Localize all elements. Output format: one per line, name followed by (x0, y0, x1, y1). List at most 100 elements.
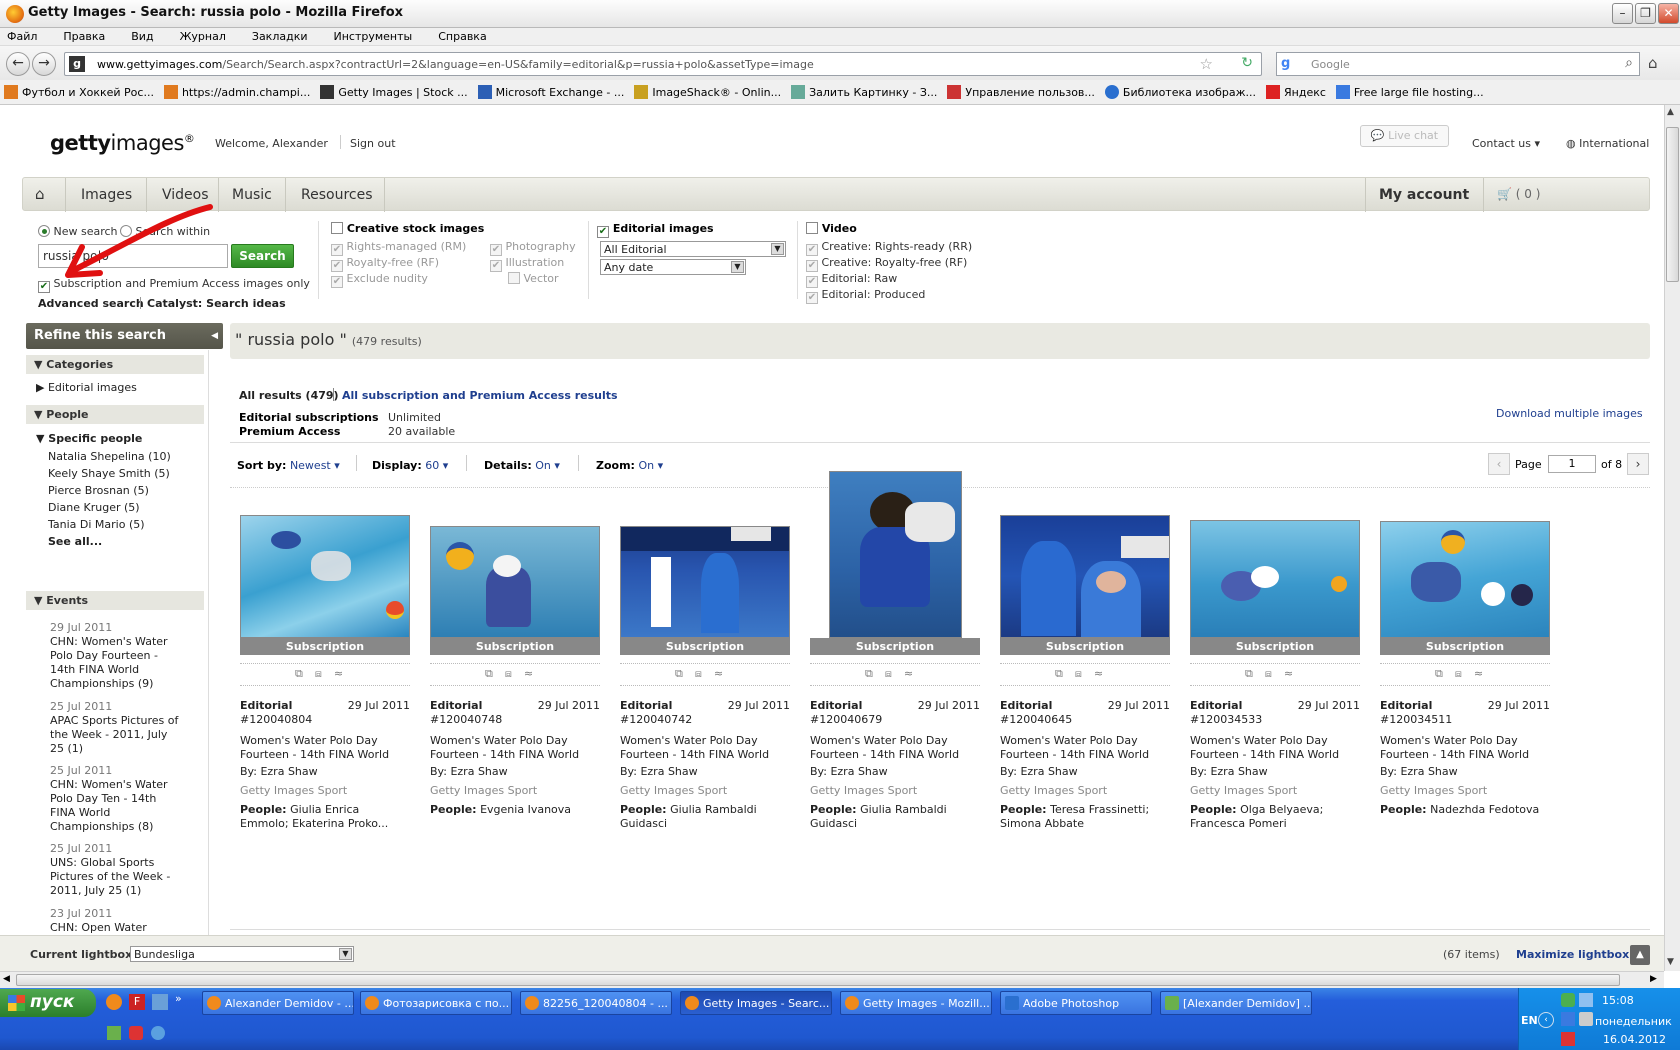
image-title[interactable]: Women's Water Polo Day Fourteen - 14th F… (1190, 734, 1360, 762)
illustration-checkbox[interactable]: ✔ Illustration (490, 256, 564, 272)
info-icon[interactable]: ≈ (1474, 667, 1495, 680)
maximize-button[interactable]: ❐ (1635, 3, 1656, 24)
bookmark-item[interactable]: Яндекс (1266, 85, 1326, 99)
alert-icon[interactable] (1561, 1032, 1575, 1046)
all-results-tab[interactable]: All results (479) (239, 389, 339, 402)
catalyst-link[interactable]: Catalyst: Search ideas (147, 297, 286, 310)
people-filter-item[interactable]: Tania Di Mario (5) (48, 518, 145, 531)
info-icon[interactable]: ≈ (714, 667, 735, 680)
menu-help[interactable]: Справка (438, 28, 486, 43)
event-link[interactable]: CHN: Open Water (50, 921, 180, 935)
chevron-right-icon[interactable]: » (175, 992, 182, 1005)
image-title[interactable]: Women's Water Polo Day Fourteen - 14th F… (1380, 734, 1550, 762)
bookmark-item[interactable]: Футбол и Хоккей Рос... (4, 85, 154, 99)
magnifier-icon[interactable]: ⌕ (1625, 55, 1633, 71)
editorial-collection-select[interactable]: All Editorial ▼ (600, 241, 786, 257)
chevron-left-icon[interactable]: ‹ (1538, 1012, 1554, 1028)
download-multiple-link[interactable]: Download multiple images (1496, 407, 1643, 420)
photographer[interactable]: By: Ezra Shaw (430, 765, 600, 779)
scroll-left-icon[interactable]: ◀ (3, 974, 10, 984)
add-to-lightbox-icon[interactable]: ⧉ (485, 667, 505, 680)
photographer[interactable]: By: Ezra Shaw (1000, 765, 1170, 779)
add-to-lightbox-icon[interactable]: ⧉ (865, 667, 885, 680)
minimize-button[interactable]: – (1612, 3, 1633, 24)
bookmark-item[interactable]: https://admin.champi... (163, 85, 310, 99)
add-to-lightbox-icon[interactable]: ⧉ (675, 667, 695, 680)
collection[interactable]: Getty Images Sport (1000, 784, 1170, 798)
display-control[interactable]: Display: 60 ▾ (372, 459, 448, 472)
collection[interactable]: Getty Images Sport (1380, 784, 1550, 798)
video-rr-checkbox[interactable]: ✔ Creative: Rights-ready (RR) (806, 240, 972, 256)
photographer[interactable]: By: Ezra Shaw (810, 765, 980, 779)
start-button[interactable]: пуск (0, 989, 96, 1017)
taskbar-window[interactable]: Getty Images - Mozill... (840, 991, 992, 1015)
collection[interactable]: Getty Images Sport (1190, 784, 1360, 798)
date-select[interactable]: Any date ▼ (600, 259, 746, 275)
similar-icon[interactable]: ⧈ (695, 667, 714, 680)
google-icon[interactable]: g (1281, 56, 1290, 71)
reload-icon[interactable]: ↻ (1241, 55, 1253, 71)
event-link[interactable]: CHN: Women's Water Polo Day Ten - 14th F… (50, 778, 180, 834)
clock-time[interactable]: 15:08 (1602, 994, 1634, 1007)
result-thumbnail[interactable] (1380, 521, 1550, 638)
sort-control[interactable]: Sort by: Newest ▾ (237, 459, 340, 472)
network-icon[interactable] (1561, 993, 1575, 1007)
menu-tools[interactable]: Инструменты (334, 28, 413, 43)
events-header[interactable]: ▼ Events (26, 591, 204, 610)
result-thumbnail[interactable] (1000, 515, 1170, 638)
address-bar[interactable]: g www.gettyimages.com/Search/Search.aspx… (64, 52, 1262, 76)
menu-view[interactable]: Вид (131, 28, 153, 43)
image-title[interactable]: Women's Water Polo Day Fourteen - 14th F… (430, 734, 600, 762)
taskbar-window[interactable]: Adobe Photoshop (1000, 991, 1152, 1015)
info-icon[interactable]: ≈ (334, 667, 355, 680)
scroll-down-icon[interactable]: ▼ (1667, 957, 1674, 967)
taskbar-window[interactable]: [Alexander Demidov] ... (1160, 991, 1312, 1015)
royalty-free-checkbox[interactable]: ✔ Royalty-free (RF) (331, 256, 439, 272)
exclude-nudity-checkbox[interactable]: ✔ Exclude nudity (331, 272, 428, 288)
taskbar-window[interactable]: Фотозарисовка с по... (360, 991, 512, 1015)
vertical-scrollbar[interactable]: ▲ ▼ (1664, 105, 1680, 971)
language-indicator[interactable]: EN (1521, 1014, 1538, 1027)
scroll-right-icon[interactable]: ▶ (1650, 974, 1657, 984)
photographer[interactable]: By: Ezra Shaw (240, 765, 410, 779)
filezilla-quicklaunch-icon[interactable]: F (129, 994, 145, 1010)
scroll-thumb[interactable] (16, 974, 1620, 986)
network-icon[interactable] (1561, 1012, 1575, 1026)
photographer[interactable]: By: Ezra Shaw (1380, 765, 1550, 779)
menu-bookmarks[interactable]: Закладки (252, 28, 308, 43)
my-account-link[interactable]: My account (1379, 187, 1469, 203)
bookmark-item[interactable]: Библиотека изображ... (1104, 85, 1256, 99)
event-link[interactable]: APAC Sports Pictures of the Week - 2011,… (50, 714, 180, 756)
event-link[interactable]: CHN: Women's Water Polo Day Fourteen - 1… (50, 635, 180, 691)
taskbar-window-active[interactable]: Getty Images - Searc... (680, 991, 832, 1015)
nav-resources[interactable]: Resources (301, 187, 373, 203)
all-subscription-results-tab[interactable]: All subscription and Premium Access resu… (342, 389, 618, 402)
tray-app-icon[interactable] (151, 1026, 165, 1040)
people-filter-item[interactable]: Pierce Brosnan (5) (48, 484, 149, 497)
bookmark-item[interactable]: Залить Картинку - З... (791, 85, 937, 99)
forward-button[interactable]: → (32, 52, 56, 76)
info-icon[interactable]: ≈ (524, 667, 545, 680)
people-filter-item[interactable]: Keely Shaye Smith (5) (48, 467, 170, 480)
result-thumbnail[interactable] (829, 471, 962, 638)
zoom-control[interactable]: Zoom: On ▾ (596, 459, 663, 472)
taskbar-window[interactable]: 82256_120040804 - ... (520, 991, 672, 1015)
bookmark-item[interactable]: Free large file hosting... (1335, 85, 1484, 99)
next-page-button[interactable]: › (1627, 453, 1649, 475)
specific-people-header[interactable]: ▼ Specific people (36, 432, 142, 445)
similar-icon[interactable]: ⧈ (885, 667, 904, 680)
image-title[interactable]: Women's Water Polo Day Fourteen - 14th F… (620, 734, 790, 762)
people-header[interactable]: ▼ People (26, 405, 204, 424)
search-button[interactable]: Search (231, 244, 294, 268)
photographer[interactable]: By: Ezra Shaw (620, 765, 790, 779)
bookmark-item[interactable]: Управление пользов... (947, 85, 1095, 99)
bookmark-item[interactable]: Getty Images | Stock ... (320, 85, 468, 99)
video-produced-checkbox[interactable]: ✔ Editorial: Produced (806, 288, 925, 304)
result-thumbnail[interactable] (1190, 520, 1360, 638)
people-filter-item[interactable]: Natalia Shepelina (10) (48, 450, 171, 463)
contact-us-link[interactable]: Contact us ▾ (1472, 137, 1540, 150)
similar-icon[interactable]: ⧈ (1455, 667, 1474, 680)
menu-edit[interactable]: Правка (63, 28, 105, 43)
collection[interactable]: Getty Images Sport (620, 784, 790, 798)
result-thumbnail[interactable] (240, 515, 410, 638)
